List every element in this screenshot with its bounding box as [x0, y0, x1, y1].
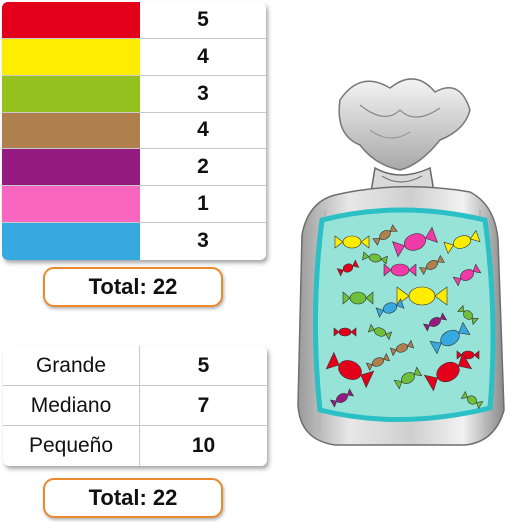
size-label: Mediano: [3, 386, 140, 425]
color-count: 1: [197, 192, 209, 216]
color-row-blue: 3: [2, 223, 266, 260]
size-row-medium: Mediano 7: [3, 386, 267, 426]
size-label: Pequeño: [3, 426, 140, 466]
color-swatch: [2, 38, 140, 75]
candy-bag-illustration: [297, 78, 505, 446]
color-swatch: [2, 186, 140, 223]
size-count-table: Grande 5 Mediano 7 Pequeño 10: [3, 346, 267, 466]
color-row-green: 3: [2, 75, 266, 113]
color-row-red: 5: [2, 2, 266, 39]
color-total-box: Total: 22: [43, 267, 223, 307]
color-row-purple: 2: [2, 149, 266, 187]
size-count: 7: [197, 393, 210, 417]
color-swatch: [2, 112, 140, 149]
color-count: 3: [197, 81, 209, 105]
color-count: 2: [197, 155, 209, 179]
color-count: 3: [197, 229, 209, 253]
color-swatch: [2, 223, 140, 260]
size-row-small: Pequeño 10: [3, 426, 267, 466]
color-row-brown: 4: [2, 112, 266, 150]
color-row-pink: 1: [2, 186, 266, 224]
color-count-table: 5 4 3 4 2 1 3: [2, 2, 266, 260]
color-swatch: [2, 75, 140, 112]
size-count: 5: [197, 353, 210, 377]
color-swatch: [2, 2, 140, 38]
bag-top-ruffle: [338, 78, 471, 171]
color-count: 4: [197, 44, 209, 68]
size-label: Grande: [3, 346, 140, 385]
color-row-yellow: 4: [2, 38, 266, 76]
size-count: 10: [191, 434, 216, 457]
size-total-box: Total: 22: [43, 478, 223, 518]
color-count: 5: [197, 7, 209, 31]
size-row-large: Grande 5: [3, 346, 267, 386]
color-swatch: [2, 149, 140, 186]
color-count: 4: [197, 118, 209, 142]
